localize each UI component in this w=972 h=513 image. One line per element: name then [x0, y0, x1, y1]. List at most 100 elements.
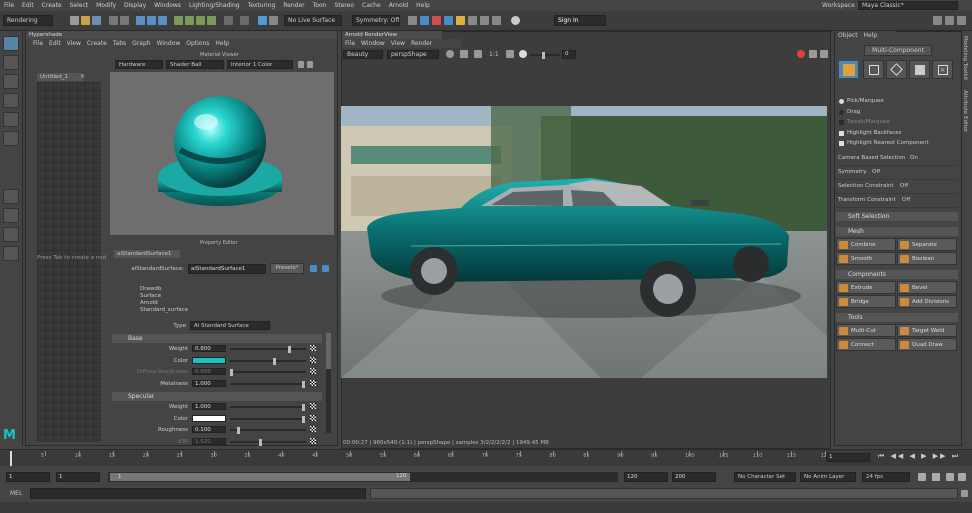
- slider-knob[interactable]: [237, 427, 240, 434]
- menu-display[interactable]: Display: [120, 2, 150, 9]
- ipr-render-icon[interactable]: [444, 16, 453, 25]
- hypershade-menu-options[interactable]: Options: [183, 40, 212, 47]
- scale-tool-icon[interactable]: [3, 131, 19, 146]
- hypershade-menu-window[interactable]: Window: [154, 40, 184, 47]
- multi-component-button[interactable]: Multi-Component: [864, 45, 932, 56]
- playback-end-field[interactable]: 120: [624, 472, 668, 482]
- components-bevel-button[interactable]: Bevel: [897, 281, 957, 294]
- node-graph-area[interactable]: [37, 82, 101, 442]
- radio-button[interactable]: [839, 109, 844, 115]
- channel-box-icon[interactable]: [945, 16, 954, 25]
- menu-arnold[interactable]: Arnold: [385, 2, 412, 9]
- menu-select[interactable]: Select: [66, 2, 93, 9]
- specular-roughness-slider[interactable]: [230, 427, 306, 434]
- menu-help[interactable]: Help: [412, 2, 434, 9]
- base-weight-slider[interactable]: [230, 346, 306, 353]
- attribute-editor-side-tab[interactable]: Attribute Editor: [962, 90, 968, 132]
- base-diffuse-roughness-slider[interactable]: [230, 369, 306, 376]
- render-frame-icon[interactable]: [258, 16, 267, 25]
- slider-knob[interactable]: [302, 404, 305, 411]
- edge-mode-button[interactable]: [886, 60, 907, 79]
- snap-curve-icon[interactable]: [185, 16, 194, 25]
- specular-ior-field[interactable]: 1.520: [192, 437, 226, 445]
- loop-icon[interactable]: [918, 473, 926, 481]
- close-tab-icon[interactable]: ×: [80, 73, 85, 80]
- fit-icon[interactable]: [506, 50, 514, 58]
- uv-mode-button[interactable]: ×: [932, 60, 953, 79]
- specular-weight-slider[interactable]: [230, 404, 306, 411]
- base-metalness-slider[interactable]: [230, 380, 306, 388]
- menu-stereo[interactable]: Stereo: [330, 2, 358, 9]
- rotate-tool-icon[interactable]: [3, 112, 19, 127]
- command-input[interactable]: [30, 488, 366, 499]
- face-mode-button[interactable]: [909, 60, 930, 79]
- mesh-section-header[interactable]: Mesh: [836, 227, 958, 236]
- map-button[interactable]: [310, 379, 316, 386]
- vertex-mode-button[interactable]: [863, 60, 884, 79]
- mesh-smooth-button[interactable]: Smooth: [836, 252, 896, 265]
- checkbox[interactable]: [839, 120, 844, 125]
- hypershade-tab[interactable]: Untitled_1: [37, 73, 83, 81]
- map-button[interactable]: [310, 345, 316, 351]
- select-tool-icon[interactable]: [3, 36, 19, 51]
- render-settings-icon[interactable]: [269, 16, 278, 25]
- render-menu-file[interactable]: File: [342, 40, 358, 47]
- components-bridge-button[interactable]: Bridge: [836, 295, 896, 308]
- hypershade-menu-help[interactable]: Help: [212, 40, 232, 47]
- checkbox[interactable]: [839, 130, 844, 136]
- new-scene-icon[interactable]: [70, 16, 79, 25]
- base-section-header[interactable]: Base: [112, 334, 322, 343]
- environment-dropdown[interactable]: Interior 1 Color: [227, 60, 293, 69]
- base-color-slider[interactable]: [230, 357, 306, 365]
- symmetry-dropdown[interactable]: Symmetry: Off: [352, 15, 400, 26]
- specular-section-header[interactable]: Specular: [112, 392, 322, 401]
- history-icon[interactable]: [240, 16, 249, 25]
- current-frame-field[interactable]: 1: [826, 453, 870, 462]
- light-icon[interactable]: [456, 16, 465, 25]
- hypershade-icon[interactable]: [420, 16, 429, 25]
- workspace-dropdown[interactable]: Maya Classic*: [858, 1, 958, 10]
- soft-selection-header[interactable]: Soft Selection: [836, 212, 958, 221]
- map-button[interactable]: [310, 414, 316, 421]
- sign-in-button[interactable]: Sign In: [554, 15, 606, 26]
- property-scrollbar[interactable]: [326, 333, 331, 433]
- slider-knob[interactable]: [273, 357, 276, 365]
- base-color-swatch[interactable]: [192, 356, 226, 364]
- panel-toggle-icon[interactable]: [933, 16, 942, 25]
- refresh-icon[interactable]: [298, 61, 304, 68]
- mesh-separate-button[interactable]: Separate: [897, 238, 957, 251]
- outliner-view-icon[interactable]: [3, 246, 19, 261]
- ipr-icon[interactable]: [446, 50, 454, 58]
- open-scene-icon[interactable]: [81, 16, 90, 25]
- option-value-dropdown[interactable]: Off: [872, 169, 880, 175]
- playback-controls[interactable]: ⏮ ◀◀ ◀ ▶ ▶▶ ⏭: [878, 452, 960, 461]
- option-value-dropdown[interactable]: On: [910, 155, 918, 161]
- attribute-editor-icon[interactable]: [957, 16, 966, 25]
- snap-grid-icon[interactable]: [174, 16, 183, 25]
- tools-multi-cut-button[interactable]: Multi-Cut: [836, 324, 896, 337]
- four-view-icon[interactable]: [3, 208, 19, 223]
- script-editor-icon[interactable]: [961, 490, 968, 497]
- menu-set-dropdown[interactable]: Rendering: [3, 15, 53, 26]
- type-dropdown[interactable]: Ai Standard Surface: [190, 321, 270, 330]
- slider-knob[interactable]: [230, 369, 233, 376]
- auto-key-icon[interactable]: [932, 473, 940, 481]
- slider-knob[interactable]: [259, 438, 262, 446]
- pause-icon[interactable]: [307, 61, 313, 68]
- menu-texturing[interactable]: Texturing: [244, 2, 280, 9]
- menu-toon[interactable]: Toon: [309, 2, 331, 9]
- zoom-label[interactable]: 1:1: [489, 51, 499, 58]
- node-name-field[interactable]: aiStandardSurface1: [188, 264, 266, 274]
- start-time-field[interactable]: 1: [6, 472, 50, 482]
- hypershade-menu-view[interactable]: View: [64, 40, 84, 47]
- focus-input-icon[interactable]: [310, 265, 317, 272]
- current-time-indicator[interactable]: [10, 451, 12, 466]
- menu-icon[interactable]: [820, 50, 828, 58]
- preferences-icon[interactable]: [958, 473, 966, 481]
- move-tool-icon[interactable]: [3, 93, 19, 108]
- map-button[interactable]: [310, 437, 316, 444]
- slider-knob[interactable]: [302, 415, 305, 423]
- modeling-toolkit-side-tab[interactable]: Modeling Toolkit: [962, 36, 968, 80]
- checkbox[interactable]: [839, 141, 844, 146]
- specular-roughness-field[interactable]: 0.100: [192, 426, 226, 433]
